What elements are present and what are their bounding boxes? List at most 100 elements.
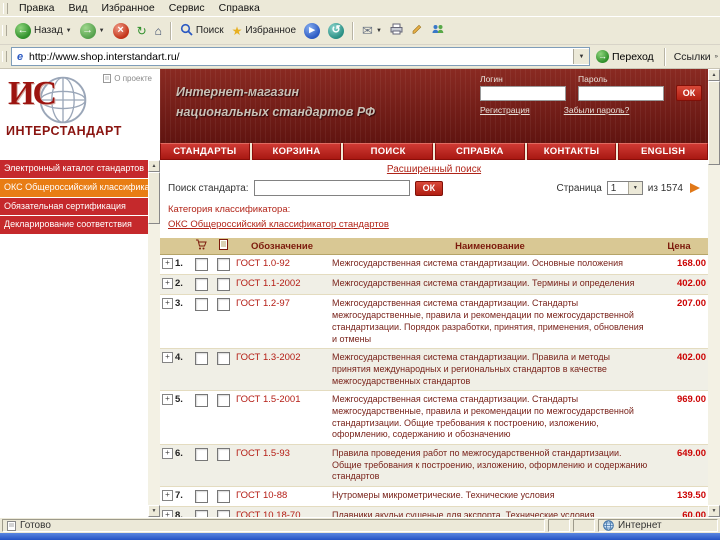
page-select-arrow-icon[interactable]: ▼ xyxy=(627,182,642,194)
expand-icon[interactable]: + xyxy=(162,352,173,364)
row-designation[interactable]: ГОСТ 1.5-93 xyxy=(234,444,330,488)
search-ok-button[interactable]: ОК xyxy=(414,180,444,196)
sidebar-item[interactable]: Декларирование соответствия xyxy=(0,216,148,235)
row-name: Межгосударственная система стандартизаци… xyxy=(330,274,650,296)
links-chevron-icon[interactable]: » xyxy=(715,54,718,60)
scroll-up-icon[interactable]: ▲ xyxy=(708,69,720,81)
cart-checkbox[interactable] xyxy=(194,278,208,292)
logo-area[interactable]: О проекте ИС ИНТЕРСТАНДАРТ xyxy=(0,69,160,143)
sidebar-item[interactable]: Обязательная сертификация xyxy=(0,197,148,216)
scroll-up-icon[interactable]: ▲ xyxy=(148,160,160,172)
row-designation[interactable]: ГОСТ 1.2-97 xyxy=(234,294,330,350)
sidebar-item[interactable]: Электронный каталог стандартов xyxy=(0,160,148,178)
media-button[interactable]: ▸ xyxy=(300,21,324,41)
address-dropdown-icon[interactable]: ▼ xyxy=(572,49,589,64)
edit-button[interactable] xyxy=(407,21,427,40)
toolbar-grip[interactable] xyxy=(3,2,8,14)
forward-dropdown-icon[interactable]: ▼ xyxy=(99,28,105,34)
nav-button[interactable]: СТАНДАРТЫ xyxy=(160,143,250,160)
next-page-icon[interactable] xyxy=(690,183,700,193)
links-bar[interactable]: Ссылки xyxy=(670,51,715,63)
row-designation[interactable]: ГОСТ 10.18-70 xyxy=(234,506,330,517)
menu-item[interactable]: Сервис xyxy=(162,1,212,15)
history-button[interactable]: ↺ xyxy=(324,21,348,41)
login-ok-button[interactable]: ОК xyxy=(676,85,702,101)
go-button[interactable]: → Переход xyxy=(590,50,660,63)
menu-item[interactable]: Вид xyxy=(61,1,94,15)
nav-button[interactable]: КОНТАКТЫ xyxy=(526,143,617,160)
frame-scrollbar[interactable]: ▲ ▼ xyxy=(148,160,160,517)
menu-item[interactable]: Справка xyxy=(212,1,267,15)
home-button[interactable]: ⌂ xyxy=(151,23,166,39)
cart-checkbox[interactable] xyxy=(194,352,208,366)
sidebar-item[interactable]: ОКС Общероссийский классификатор xyxy=(0,178,148,197)
taskbar-edge[interactable] xyxy=(0,533,720,540)
row-name: Межгосударственная система стандартизаци… xyxy=(330,294,650,350)
cart-checkbox[interactable] xyxy=(194,298,208,312)
expand-icon[interactable]: + xyxy=(162,510,173,517)
doc-checkbox[interactable] xyxy=(216,298,230,312)
nav-button[interactable]: КОРЗИНА xyxy=(251,143,342,160)
nav-button[interactable]: СПРАВКА xyxy=(435,143,525,160)
page-select[interactable]: 1 ▼ xyxy=(606,181,643,195)
scrollbar-thumb[interactable] xyxy=(148,172,160,224)
menu-item[interactable]: Избранное xyxy=(94,1,161,15)
back-dropdown-icon[interactable]: ▼ xyxy=(66,28,72,34)
doc-checkbox[interactable] xyxy=(216,278,230,292)
doc-checkbox[interactable] xyxy=(216,490,230,504)
scroll-down-icon[interactable]: ▼ xyxy=(148,505,160,517)
home-icon: ⌂ xyxy=(154,23,162,38)
row-designation[interactable]: ГОСТ 1.0-92 xyxy=(234,254,330,276)
nav-button[interactable]: ПОИСК xyxy=(343,143,434,160)
category-link[interactable]: ОКС Общероссийский классификатор стандар… xyxy=(168,219,389,230)
messenger-button[interactable] xyxy=(427,21,448,40)
toolbar-grip[interactable] xyxy=(2,51,7,62)
row-designation[interactable]: ГОСТ 1.5-2001 xyxy=(234,390,330,445)
expand-icon[interactable]: + xyxy=(162,448,173,459)
login-input[interactable] xyxy=(480,86,566,101)
expand-icon[interactable]: + xyxy=(162,278,173,290)
expand-icon[interactable]: + xyxy=(162,490,173,502)
doc-checkbox[interactable] xyxy=(216,352,230,366)
stop-button[interactable]: × xyxy=(109,21,133,41)
standard-search-input[interactable] xyxy=(253,180,410,196)
logo[interactable]: ИС ИНТЕРСТАНДАРТ xyxy=(6,75,154,139)
doc-checkbox[interactable] xyxy=(216,510,230,517)
forward-button[interactable]: → ▼ xyxy=(76,21,109,41)
mail-button[interactable]: ✉ ▼ xyxy=(358,22,386,39)
toolbar-grip[interactable] xyxy=(2,25,7,36)
row-designation[interactable]: ГОСТ 10-88 xyxy=(234,486,330,508)
scroll-down-icon[interactable]: ▼ xyxy=(708,505,720,517)
doc-checkbox[interactable] xyxy=(216,448,230,461)
menu-item[interactable]: Правка xyxy=(12,1,61,15)
cart-checkbox[interactable] xyxy=(194,448,208,461)
doc-checkbox[interactable] xyxy=(216,394,230,408)
forgot-password-link[interactable]: Забыли пароль? xyxy=(564,105,630,115)
back-button[interactable]: ← Назад ▼ xyxy=(11,21,76,41)
search-button[interactable]: Поиск xyxy=(176,21,228,41)
expand-icon[interactable]: + xyxy=(162,394,173,406)
address-input[interactable]: e http://www.shop.interstandart.ru/ ▼ xyxy=(11,47,590,66)
row-designation[interactable]: ГОСТ 1.3-2002 xyxy=(234,348,330,392)
window-scrollbar[interactable]: ▲ ▼ xyxy=(708,69,720,517)
advanced-search-link[interactable]: Расширенный поиск xyxy=(387,164,481,175)
cart-checkbox[interactable] xyxy=(194,510,208,517)
scrollbar-thumb[interactable] xyxy=(708,81,720,165)
nav-button[interactable]: ENGLISH xyxy=(618,143,709,160)
cart-checkbox[interactable] xyxy=(194,258,208,272)
password-input[interactable] xyxy=(578,86,664,101)
refresh-button[interactable]: ↻ xyxy=(133,23,151,39)
page-select-value: 1 xyxy=(610,182,617,194)
cart-checkbox[interactable] xyxy=(194,490,208,504)
expand-icon[interactable]: + xyxy=(162,258,173,270)
print-button[interactable] xyxy=(386,21,407,40)
row-number: 6. xyxy=(175,448,183,460)
document-icon xyxy=(218,239,228,251)
expand-icon[interactable]: + xyxy=(162,298,173,310)
mail-dropdown-icon[interactable]: ▼ xyxy=(376,28,382,34)
favorites-button[interactable]: ★ Избранное xyxy=(228,23,300,39)
register-link[interactable]: Регистрация xyxy=(480,105,530,115)
doc-checkbox[interactable] xyxy=(216,258,230,272)
row-designation[interactable]: ГОСТ 1.1-2002 xyxy=(234,274,330,296)
cart-checkbox[interactable] xyxy=(194,394,208,408)
